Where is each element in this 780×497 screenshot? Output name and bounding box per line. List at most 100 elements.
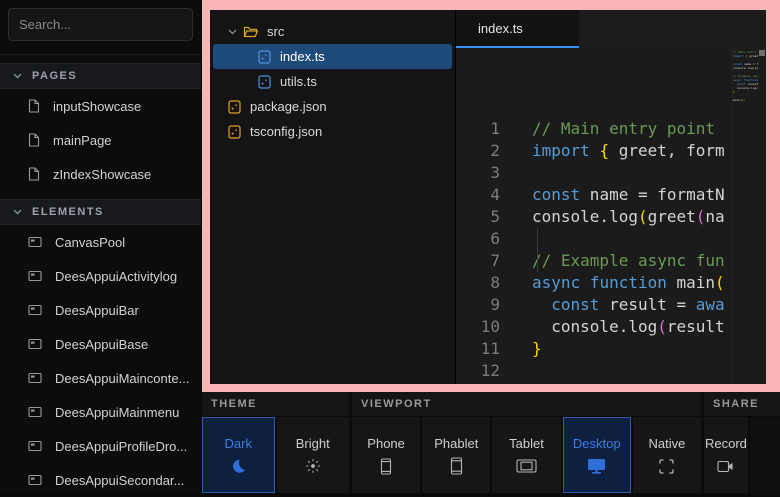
code-text: const name = formatN — [532, 184, 725, 206]
toolbar-group-buttons: Record — [704, 417, 780, 493]
line-number: 10 — [456, 316, 518, 338]
editor-scrollbar[interactable] — [758, 48, 766, 384]
tree-item-label: package.json — [250, 99, 327, 114]
toolbar-group-buttons: Phone PhabletTabletDesktopNative — [352, 417, 701, 493]
code-line[interactable]: 8async function main( — [456, 272, 732, 294]
sidebar-item-deesappuibar[interactable]: DeesAppuiBar — [0, 293, 201, 327]
tree-row-tsconfig-json[interactable]: tsconfig.json — [213, 119, 452, 144]
code-line[interactable]: 4const name = formatN — [456, 184, 732, 206]
component-icon — [28, 270, 42, 282]
tree-item-label: src — [267, 24, 284, 39]
component-icon — [28, 440, 42, 452]
toolbar-group-theme: THEMEDarkBright — [202, 392, 349, 493]
search-input[interactable] — [8, 8, 193, 41]
toolbar-group-label: VIEWPORT — [361, 398, 432, 410]
sidebar-item-label: DeesAppuiBase — [55, 337, 148, 352]
sidebar-item-deesappuiactivitylog[interactable]: DeesAppuiActivitylog — [0, 259, 201, 293]
minimap[interactable]: // Main entry pointimport { greet, formc… — [732, 48, 758, 384]
tree-row-index-ts[interactable]: index.ts — [213, 44, 452, 69]
code-line[interactable]: 6 — [456, 228, 732, 250]
code-text: main(); — [733, 98, 746, 102]
code-token: greet, form — [747, 54, 758, 58]
sidebar: PAGES inputShowcase mainPage zIndexShowcase… — [0, 0, 201, 493]
code-token: console.log — [733, 86, 756, 90]
code-token: } — [532, 339, 542, 358]
sidebar-item-deesappuiprofiledro[interactable]: DeesAppuiProfileDro... — [0, 429, 201, 463]
code-token: ( — [696, 207, 706, 226]
sidebar-item-mainpage[interactable]: mainPage — [0, 123, 201, 157]
line-number: 3 — [456, 162, 518, 184]
record-icon — [717, 458, 734, 474]
sidebar-section-header-pages[interactable]: PAGES — [0, 63, 201, 89]
sidebar-item-zindexshowcase[interactable]: zIndexShowcase — [0, 157, 201, 191]
code-line[interactable]: 3 — [456, 162, 732, 184]
code-token: result — [667, 317, 725, 336]
code-text: import { greet, form — [733, 54, 758, 58]
sidebar-item-deesappuimainconte[interactable]: DeesAppuiMainconte... — [0, 361, 201, 395]
native-button[interactable]: Native — [633, 417, 701, 493]
chevron-down-icon — [13, 206, 22, 218]
sidebar-item-inputshowcase[interactable]: inputShowcase — [0, 89, 201, 123]
code-text: } — [733, 90, 735, 94]
sidebar-divider — [0, 54, 201, 55]
sidebar-item-deesappuimainmenu[interactable]: DeesAppuiMainmenu — [0, 395, 201, 429]
sidebar-item-label: DeesAppuiMainconte... — [55, 371, 189, 386]
code-line[interactable]: 9 const result = awa — [456, 294, 732, 316]
code-token: ( — [715, 273, 725, 292]
code-line[interactable]: 5console.log(greet(na — [456, 206, 732, 228]
tree-row-package-json[interactable]: package.json — [213, 94, 452, 119]
code-line[interactable]: 12 — [456, 360, 732, 382]
json-file-icon — [228, 125, 241, 139]
code-line[interactable]: 11} — [456, 338, 732, 360]
toolbar-button-label: Phone — [367, 436, 405, 451]
code-line: import { greet, form — [733, 54, 758, 58]
code-token: result = — [599, 295, 695, 314]
code-token: main — [532, 383, 571, 384]
bright-button[interactable]: Bright — [277, 417, 350, 493]
line-number: 6 — [456, 228, 518, 250]
code-token: awa — [696, 295, 725, 314]
code-pane[interactable]: 1// Main entry point2import { greet, for… — [456, 48, 732, 384]
sidebar-item-label: zIndexShowcase — [53, 167, 151, 182]
line-number: 13 — [456, 382, 518, 384]
tablet-button[interactable]: Tablet — [492, 417, 560, 493]
code-text: // Main entry point — [532, 118, 715, 140]
code-text: import { greet, form — [532, 140, 725, 162]
tree-row-utils-ts[interactable]: utils.ts — [213, 69, 452, 94]
sidebar-section-label: ELEMENTS — [32, 206, 104, 218]
sidebar-item-label: DeesAppuiMainmenu — [55, 405, 179, 420]
phone-button[interactable]: Phone — [352, 417, 420, 493]
sidebar-section-label: PAGES — [32, 70, 77, 82]
code-line[interactable]: 13 main(); — [456, 382, 732, 384]
code-line[interactable]: 2import { greet, form — [456, 140, 732, 162]
toolbar-group-label: SHARE — [713, 398, 759, 410]
code-token: ( — [638, 207, 648, 226]
record-button[interactable]: Record — [704, 417, 748, 493]
sidebar-item-label: CanvasPool — [55, 235, 125, 250]
code-line[interactable]: 7// Example async fun — [456, 250, 732, 272]
sidebar-item-deesappuibase[interactable]: DeesAppuiBase — [0, 327, 201, 361]
line-number: 7 — [456, 250, 518, 272]
editor-scrollbar-thumb[interactable] — [759, 50, 765, 56]
tab-index-ts[interactable]: index.ts — [456, 10, 579, 48]
code-line[interactable]: 10 console.log(result — [456, 316, 732, 338]
phablet-button[interactable]: Phablet — [422, 417, 490, 493]
toolbar-group-header: SHARE — [704, 392, 780, 416]
desktop-button[interactable]: Desktop — [563, 417, 631, 493]
code-token: { — [599, 141, 609, 160]
sidebar-section-header-elements[interactable]: ELEMENTS — [0, 199, 201, 225]
code-line[interactable]: 1// Main entry point — [456, 118, 732, 140]
dark-button[interactable]: Dark — [202, 417, 275, 493]
native-icon — [659, 458, 674, 474]
code-token: console.log — [733, 66, 753, 70]
typescript-file-icon — [258, 75, 271, 89]
code-token — [532, 295, 551, 314]
code-text: main(); — [532, 382, 599, 384]
component-icon — [28, 372, 42, 384]
tree-row-src[interactable]: src — [213, 19, 452, 44]
line-number: 11 — [456, 338, 518, 360]
sidebar-item-deesappuisecondar[interactable]: DeesAppuiSecondar... — [0, 463, 201, 497]
sidebar-item-label: inputShowcase — [53, 99, 141, 114]
toolbar-button-label: Dark — [225, 436, 252, 451]
sidebar-item-canvaspool[interactable]: CanvasPool — [0, 225, 201, 259]
